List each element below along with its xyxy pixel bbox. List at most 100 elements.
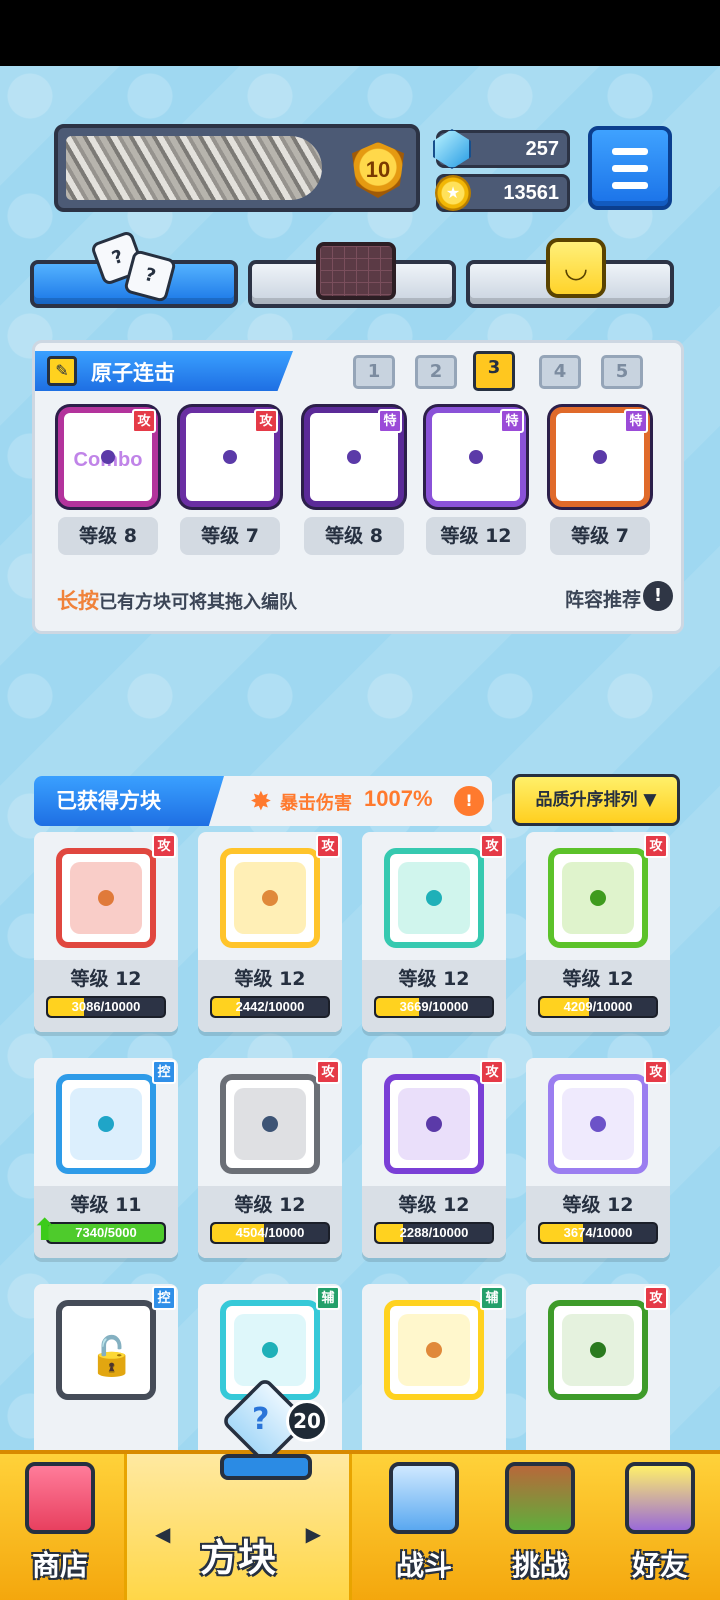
deck-block-frame: 特 (426, 407, 526, 507)
deck-number-2[interactable]: 2 (415, 355, 457, 389)
sort-button[interactable]: 品质升序排列 ▼ (512, 774, 680, 826)
block-dot (590, 890, 606, 906)
friends-icon (625, 1462, 695, 1534)
card-level: 等级 12 (234, 968, 306, 990)
nav-shop[interactable]: 商店 (0, 1454, 120, 1600)
progress-text: 3669/10000 (399, 999, 469, 1014)
challenge-icon (505, 1462, 575, 1534)
card-level: 等级 12 (398, 968, 470, 990)
type-tag: 攻 (644, 834, 668, 858)
collection-card[interactable]: 攻等级 12 3674/10000 (526, 1058, 670, 1258)
drag-hint: 长按已有方块可将其拖入编队 (57, 585, 297, 615)
shop-icon (25, 1462, 95, 1534)
type-tag: 控 (152, 1060, 176, 1084)
card-level: 等级 12 (562, 1194, 634, 1216)
progress-bar: 3669/10000 (374, 996, 494, 1018)
tab-emote[interactable]: ◡ (466, 238, 674, 308)
collection-card[interactable]: 攻等级 12 2442/10000 (198, 832, 342, 1032)
deck-slot-level: 等级 12 (426, 517, 526, 555)
collection-card[interactable]: 攻等级 12 4504/10000 (198, 1058, 342, 1258)
block-dot (262, 890, 278, 906)
menu-icon-bar (612, 165, 648, 172)
nav-friends[interactable]: 好友 (600, 1454, 720, 1600)
dice-icon: ? ? (89, 229, 177, 304)
nav-blocks-label: 方块 (199, 1536, 276, 1580)
nav-challenge[interactable]: 挑战 (480, 1454, 600, 1600)
collection-bar: 已获得方块 ✸ 暴击伤害 1007% ! (34, 776, 492, 826)
deck-block-frame: Combo攻 (58, 407, 158, 507)
nav-shop-label: 商店 (31, 1549, 88, 1582)
gem-counter[interactable]: 257 (433, 129, 570, 169)
type-tag: 攻 (644, 1286, 668, 1310)
block-dot (593, 450, 607, 464)
deck-slot-level: 等级 7 (180, 517, 280, 555)
deck-slot[interactable]: 特 (299, 407, 409, 507)
menu-button[interactable] (588, 126, 672, 210)
progress-bar: 4209/10000 (538, 996, 658, 1018)
nav-battle[interactable]: 战斗 (364, 1454, 484, 1600)
deck-number-4[interactable]: 4 (539, 355, 581, 389)
block-dot (469, 450, 483, 464)
deck-title-bar[interactable]: ✎ 原子连击 (35, 351, 293, 391)
deck-slot-level: 等级 8 (304, 517, 404, 555)
progress-bar: 3086/10000 (46, 996, 166, 1018)
gem-count: 257 (525, 138, 559, 160)
type-tag: 控 (152, 1286, 176, 1310)
deck-number-1[interactable]: 1 (353, 355, 395, 389)
deck-slot[interactable]: Combo攻 (53, 407, 163, 507)
deck-slot[interactable]: 攻 (175, 407, 285, 507)
nav-battle-label: 战斗 (395, 1549, 452, 1582)
collection-card[interactable]: 攻等级 12 3086/10000 (34, 832, 178, 1032)
deck-title: 原子连击 (91, 361, 175, 385)
menu-icon-bar (612, 182, 648, 189)
lineup-recommend-label[interactable]: 阵容推荐 (565, 585, 641, 612)
deck-number-3[interactable]: 3 (473, 351, 515, 391)
type-tag: 特 (500, 409, 524, 433)
type-tag: 特 (378, 409, 402, 433)
type-tag: 攻 (152, 834, 176, 858)
card-level: 等级 12 (70, 968, 142, 990)
collection-card[interactable]: 控等级 11 7340/5000 ⬆ (32, 1058, 178, 1258)
progress-text: 7340/5000 (75, 1225, 137, 1240)
deck-block-frame: 特 (304, 407, 404, 507)
block-icon: 🔓 (56, 1300, 156, 1400)
block-icon (384, 848, 484, 948)
progress-text: 3674/10000 (563, 1225, 633, 1240)
player-profile-card[interactable]: 10 (54, 124, 420, 212)
blocks-count-badge: 20 (286, 1400, 328, 1442)
progress-text: 3086/10000 (71, 999, 141, 1014)
progress-bar: 7340/5000 (46, 1222, 166, 1244)
menu-icon-bar (612, 148, 648, 155)
deck-block-frame: 攻 (180, 407, 280, 507)
collection-card[interactable]: 攻等级 12 2288/10000 (362, 1058, 506, 1258)
smiley-icon: ◡ (546, 238, 606, 298)
deck-block-frame: 特 (550, 407, 650, 507)
block-icon (220, 848, 320, 948)
crit-info-icon[interactable]: ! (454, 786, 484, 816)
deck-slot[interactable]: 特 (421, 407, 531, 507)
block-dot (262, 1116, 278, 1132)
info-icon[interactable]: ! (643, 581, 673, 611)
deck-slot[interactable]: 特 (545, 407, 655, 507)
upgrade-arrow-icon[interactable]: ⬆ (32, 1214, 58, 1248)
progress-text: 2442/10000 (235, 999, 305, 1014)
progress-bar: 2442/10000 (210, 996, 330, 1018)
nav-challenge-label: 挑战 (511, 1549, 568, 1582)
block-icon (56, 848, 156, 948)
lock-icon: 🔓 (88, 1334, 136, 1378)
coin-counter[interactable]: ★ 13561 (435, 174, 570, 212)
type-tag: 攻 (480, 1060, 504, 1084)
block-icon (548, 848, 648, 948)
block-icon (384, 1074, 484, 1174)
cube-pedestal (220, 1454, 312, 1480)
block-icon (548, 1074, 648, 1174)
collection-card[interactable]: 攻等级 12 3669/10000 (362, 832, 506, 1032)
pencil-icon[interactable]: ✎ (47, 356, 77, 386)
tab-board[interactable] (248, 242, 456, 308)
progress-text: 4504/10000 (235, 1225, 305, 1240)
block-dot (223, 450, 237, 464)
board-grid-icon (316, 242, 396, 300)
collection-card[interactable]: 攻等级 12 4209/10000 (526, 832, 670, 1032)
tab-dice[interactable]: ? ? (30, 229, 238, 308)
deck-number-5[interactable]: 5 (601, 355, 643, 389)
